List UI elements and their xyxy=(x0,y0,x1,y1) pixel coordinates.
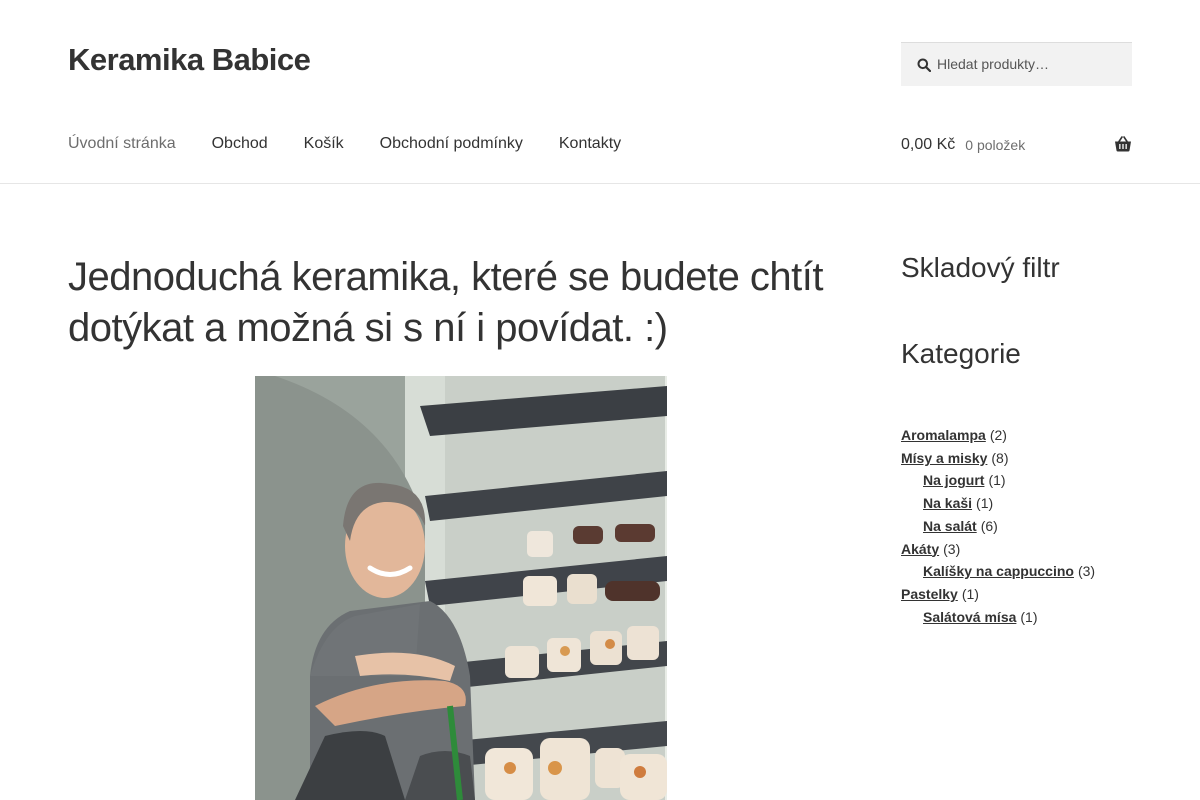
nav-item-contacts[interactable]: Kontakty xyxy=(559,133,621,157)
category-link-akaty[interactable]: Akáty xyxy=(901,541,939,557)
category-item: Mísy a misky (8) xyxy=(901,447,1132,470)
category-item: Kalíšky na cappuccino (3) xyxy=(901,560,1132,583)
search-form xyxy=(901,42,1132,86)
nav-item-terms[interactable]: Obchodní podmínky xyxy=(380,133,523,157)
shopping-basket-icon xyxy=(1115,136,1131,152)
category-link-pastelky[interactable]: Pastelky xyxy=(901,586,958,602)
category-count: (8) xyxy=(991,449,1009,466)
hero-photo-potter-with-ceramics xyxy=(255,376,667,800)
category-item: Akáty (3) xyxy=(901,538,1132,561)
cart-amount: 0,00 Kč xyxy=(901,136,956,153)
nav-item-cart[interactable]: Košík xyxy=(304,133,344,157)
header-cart[interactable]: 0,00 Kč 0 položek xyxy=(901,133,1132,157)
stock-filter-title: Skladový filtr xyxy=(901,252,1060,283)
category-count: (3) xyxy=(1077,563,1096,580)
category-count: (1) xyxy=(976,495,994,512)
category-item: Pastelky (1) xyxy=(901,583,1132,606)
search-input[interactable] xyxy=(937,43,1127,85)
nav-item-shop[interactable]: Obchod xyxy=(212,133,268,157)
site-title[interactable]: Keramika Babice xyxy=(68,42,311,78)
category-item: Salátová mísa (1) xyxy=(901,606,1132,629)
category-link-na-kasi[interactable]: Na kaši xyxy=(923,495,972,511)
category-link-na-jogurt[interactable]: Na jogurt xyxy=(923,472,984,488)
category-item: Aromalampa (2) xyxy=(901,424,1132,447)
category-link-misy-a-misky[interactable]: Mísy a misky xyxy=(901,450,987,466)
category-count: (1) xyxy=(961,585,979,602)
category-count: (1) xyxy=(988,472,1006,489)
category-count: (6) xyxy=(980,517,998,534)
header-divider xyxy=(0,183,1200,184)
category-list: Aromalampa (2) Mísy a misky (8) Na jogurt(… xyxy=(901,424,1132,628)
category-count: (2) xyxy=(989,427,1007,443)
category-link-salatova-misa[interactable]: Salátová mísa xyxy=(923,609,1016,625)
page-heading: Jednoduchá keramika, které se budete cht… xyxy=(68,255,824,350)
category-count: (1) xyxy=(1020,608,1038,625)
photo-illustration xyxy=(255,376,667,800)
category-link-kalisky-na-cappuccino[interactable]: Kalíšky na cappuccino xyxy=(923,563,1074,579)
categories-title: Kategorie xyxy=(901,338,1021,369)
category-item: Na jogurt (1) xyxy=(901,469,1132,492)
category-link-aromalampa[interactable]: Aromalampa xyxy=(901,427,986,443)
category-count: (3) xyxy=(943,540,961,557)
cart-item-count: 0 položek xyxy=(965,137,1026,153)
primary-navigation: Úvodní stránka Obchod Košík Obchodní pod… xyxy=(68,133,657,157)
search-icon[interactable] xyxy=(917,58,931,72)
nav-item-home[interactable]: Úvodní stránka xyxy=(68,133,176,157)
category-link-na-salat[interactable]: Na salát xyxy=(923,518,977,534)
category-item: Na kaši (1) xyxy=(901,492,1132,515)
category-item: Na salát (6) xyxy=(901,515,1132,538)
